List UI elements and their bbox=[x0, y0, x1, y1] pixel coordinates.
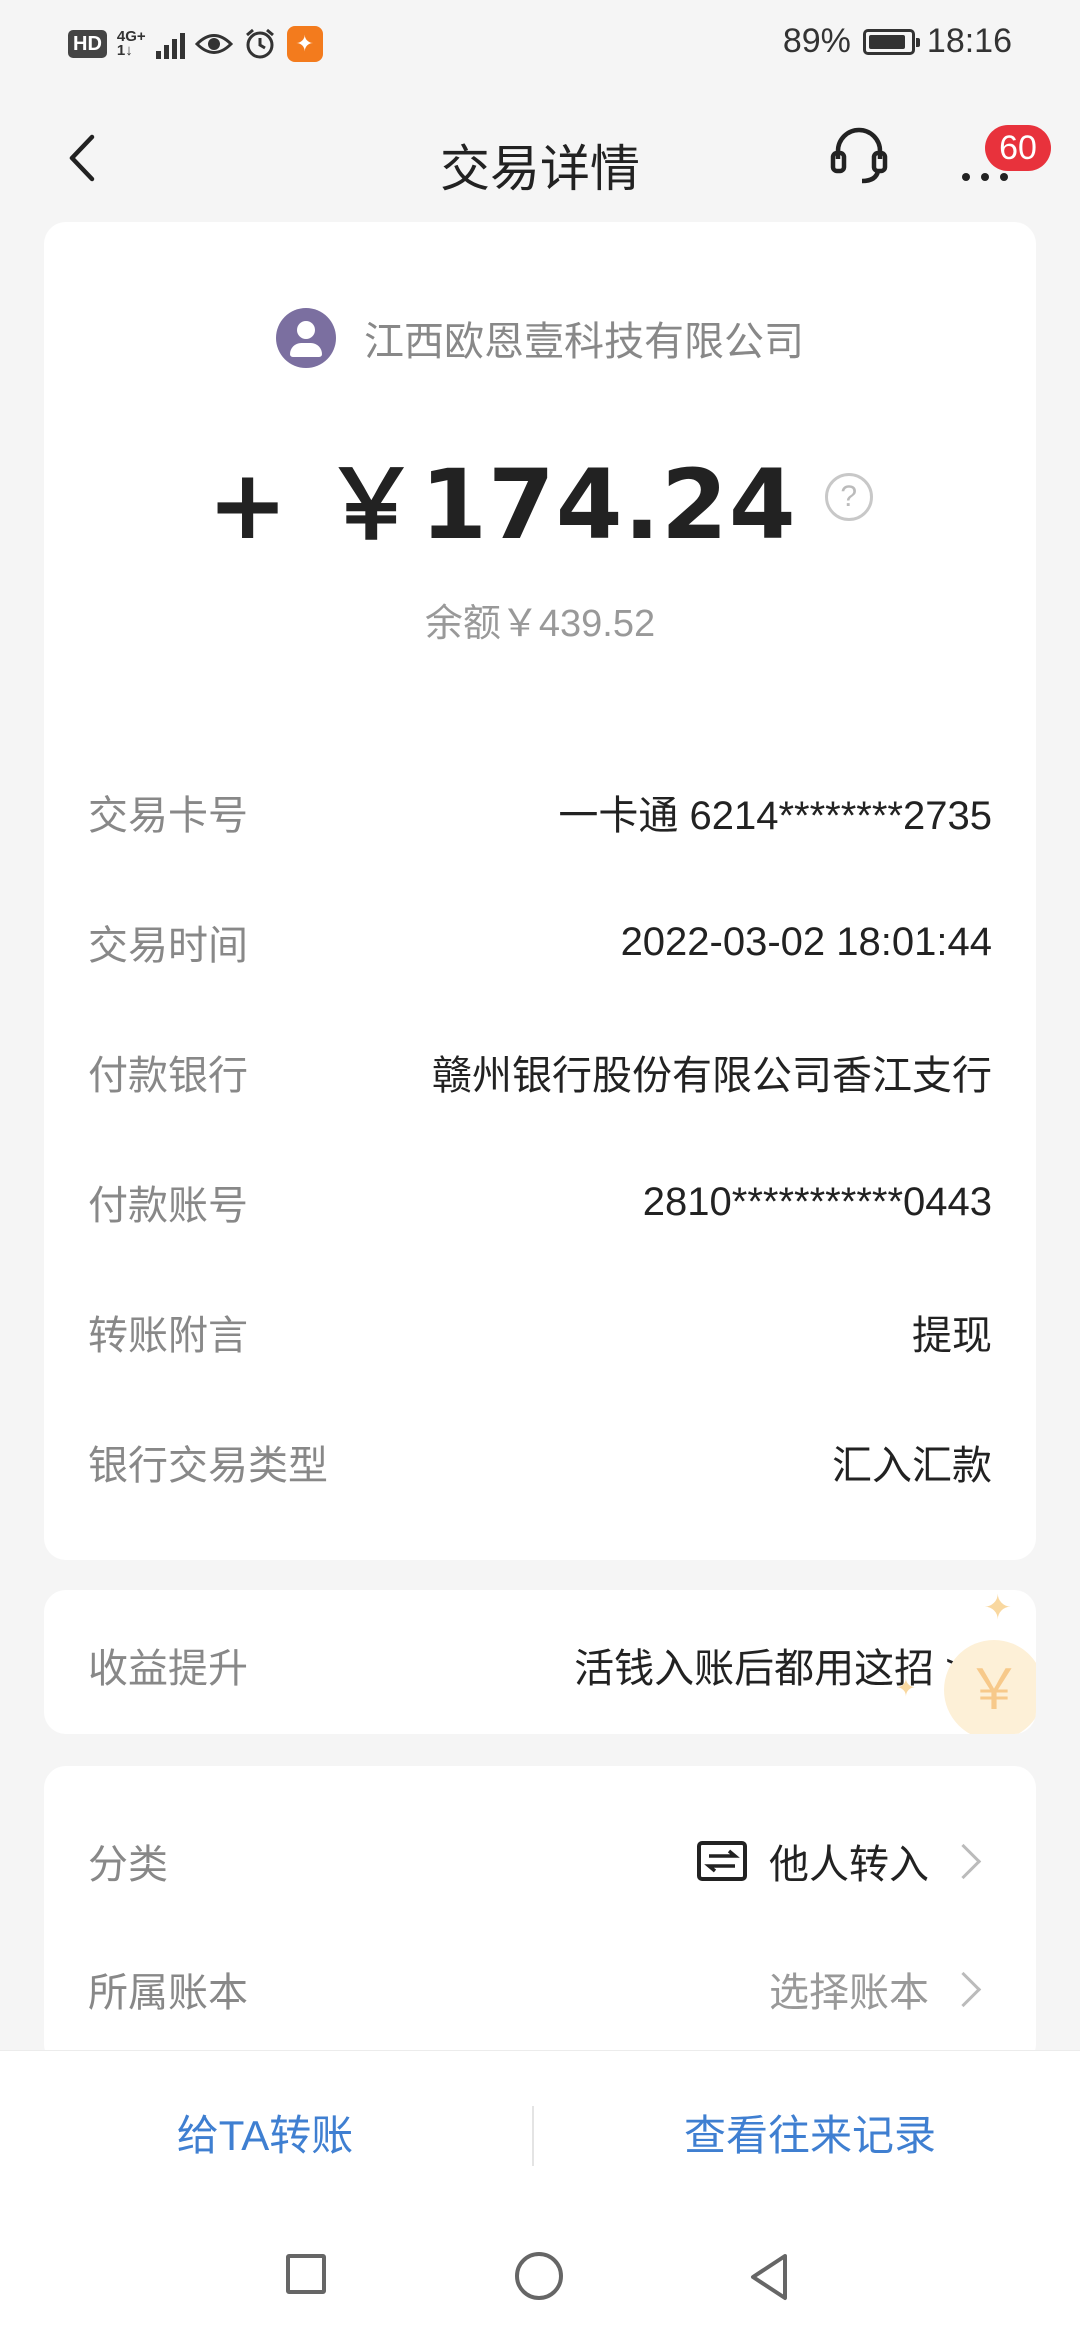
status-left: HD 4G+ 1↓ ✦ bbox=[68, 26, 323, 62]
top-nav: 交易详情 60 bbox=[0, 95, 1080, 225]
category-row[interactable]: 分类 他人转入 bbox=[88, 1816, 992, 1906]
detail-value: 提现 bbox=[912, 1314, 992, 1358]
clock: 18:16 bbox=[926, 22, 1012, 60]
promo-card[interactable]: 收益提升 活钱入账后都用这招 >> ￥ ✦ ✦ bbox=[44, 1590, 1036, 1734]
home-icon[interactable] bbox=[515, 2252, 563, 2300]
coin-icon: ￥ bbox=[944, 1640, 1036, 1734]
battery-icon bbox=[862, 28, 920, 55]
status-bar: HD 4G+ 1↓ ✦ 89% 18:16 bbox=[0, 0, 1080, 95]
chevron-right-icon bbox=[945, 1971, 982, 2007]
detail-value: 赣州银行股份有限公司香江支行 bbox=[432, 1054, 992, 1098]
alarm-icon bbox=[245, 28, 274, 59]
more-icon bbox=[962, 173, 1008, 181]
detail-label: 交易卡号 bbox=[88, 794, 248, 838]
ledger-label: 所属账本 bbox=[88, 1971, 248, 2015]
category-card: 分类 他人转入 所属账本 选择账本 bbox=[44, 1766, 1036, 2066]
detail-label: 付款银行 bbox=[88, 1054, 248, 1098]
payer: 江西欧恩壹科技有限公司 bbox=[44, 308, 1036, 368]
page-title: 交易详情 bbox=[440, 141, 640, 197]
detail-row-type: 银行交易类型 汇入汇款 bbox=[88, 1397, 992, 1527]
more-button[interactable]: 60 bbox=[950, 121, 1051, 191]
network-sub-label: 1↓ bbox=[116, 42, 133, 59]
promo-label: 收益提升 bbox=[88, 1647, 248, 1691]
transfer-swap-icon bbox=[697, 1841, 747, 1881]
transaction-amount: + ￥174.24 bbox=[207, 449, 797, 561]
help-icon[interactable]: ? bbox=[824, 472, 873, 521]
notification-badge: 60 bbox=[985, 125, 1051, 171]
uc-browser-icon: ✦ bbox=[286, 26, 323, 62]
detail-label: 交易时间 bbox=[88, 924, 248, 968]
sparkle-icon: ✦ bbox=[983, 1590, 1013, 1627]
amount-row: + ￥174.24 ? bbox=[44, 427, 1036, 566]
nav-back-icon[interactable] bbox=[745, 2250, 795, 2304]
chevron-right-icon bbox=[945, 1843, 982, 1879]
detail-row-time: 交易时间 2022-03-02 18:01:44 bbox=[88, 877, 992, 1007]
battery-percent: 89% bbox=[782, 22, 851, 60]
category-value: 他人转入 bbox=[769, 1843, 929, 1887]
sparkle-icon: ✦ bbox=[895, 1675, 916, 1702]
ledger-value: 选择账本 bbox=[769, 1971, 929, 2015]
ledger-right: 选择账本 bbox=[769, 1960, 992, 2018]
detail-row-note: 转账附言 提现 bbox=[88, 1267, 992, 1397]
balance: 余额￥439.52 bbox=[424, 603, 656, 645]
system-nav-bar bbox=[0, 2220, 1080, 2340]
divider bbox=[532, 2106, 534, 2166]
detail-list: 交易卡号 一卡通 6214********2735 交易时间 2022-03-0… bbox=[88, 747, 992, 1527]
history-button[interactable]: 查看往来记录 bbox=[540, 2051, 1080, 2221]
status-right: 89% 18:16 bbox=[783, 22, 1012, 61]
bottom-action-bar: 给TA转账 查看往来记录 bbox=[0, 2050, 1080, 2221]
recents-icon[interactable] bbox=[286, 2254, 326, 2294]
eye-icon bbox=[194, 34, 233, 54]
transaction-card: 江西欧恩壹科技有限公司 + ￥174.24 ? 余额￥439.52 交易卡号 一… bbox=[44, 222, 1036, 1560]
detail-value: 一卡通 6214********2735 bbox=[558, 794, 992, 838]
detail-value: 2810***********0443 bbox=[642, 1179, 992, 1224]
detail-label: 转账附言 bbox=[88, 1314, 248, 1358]
transfer-button[interactable]: 给TA转账 bbox=[0, 2051, 530, 2221]
customer-service-icon[interactable] bbox=[826, 121, 892, 187]
detail-row-card-number: 交易卡号 一卡通 6214********2735 bbox=[88, 747, 992, 877]
category-label: 分类 bbox=[88, 1843, 168, 1887]
category-right: 他人转入 bbox=[697, 1832, 992, 1890]
ledger-row[interactable]: 所属账本 选择账本 bbox=[88, 1944, 992, 2034]
avatar bbox=[276, 308, 336, 368]
signal-icon bbox=[155, 29, 185, 59]
detail-row-bank: 付款银行 赣州银行股份有限公司香江支行 bbox=[88, 1007, 992, 1137]
detail-value: 2022-03-02 18:01:44 bbox=[620, 919, 992, 964]
detail-label: 付款账号 bbox=[88, 1184, 248, 1228]
detail-value: 汇入汇款 bbox=[832, 1444, 992, 1488]
payer-name: 江西欧恩壹科技有限公司 bbox=[364, 320, 804, 364]
promo-link[interactable]: 活钱入账后都用这招 >> bbox=[574, 1636, 992, 1694]
detail-label: 银行交易类型 bbox=[88, 1444, 328, 1488]
hd-icon: HD bbox=[68, 30, 107, 58]
network-type: 4G+ 1↓ bbox=[116, 29, 146, 59]
detail-row-account: 付款账号 2810***********0443 bbox=[88, 1137, 992, 1267]
